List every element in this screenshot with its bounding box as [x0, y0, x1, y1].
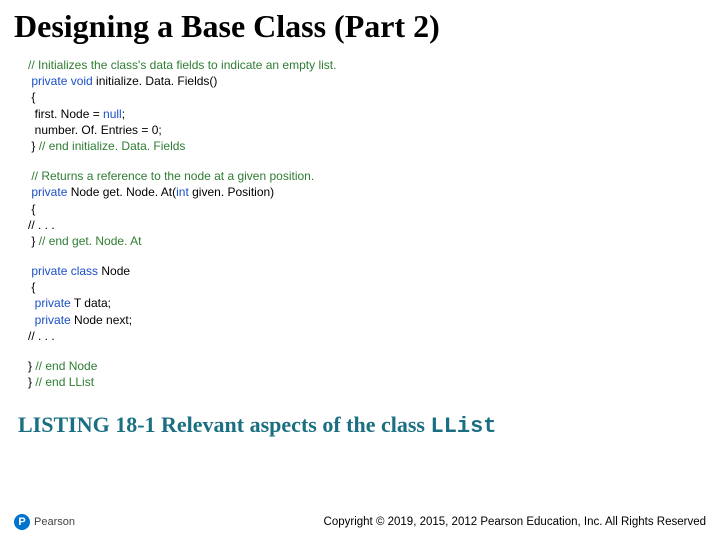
- code-block-init: // Initializes the class's data fields t…: [28, 57, 720, 154]
- page-title: Designing a Base Class (Part 2): [0, 0, 720, 45]
- kw: private: [31, 313, 70, 327]
- code-comment: // end LList: [35, 375, 94, 389]
- code-text: number. Of. Entries = 0;: [31, 123, 161, 137]
- kw: private: [31, 296, 70, 310]
- code-comment: // end get. Node. At: [39, 234, 142, 248]
- code-block-node: private class Node { private T data; pri…: [28, 263, 720, 344]
- code-text: initialize. Data. Fields(): [93, 74, 218, 88]
- code-text: //: [28, 218, 35, 232]
- copyright-text: Copyright © 2019, 2015, 2012 Pearson Edu…: [324, 516, 706, 528]
- listing-prefix: LISTING 18-1 Relevant aspects of the cla…: [18, 412, 431, 437]
- listing-classname: LList: [431, 414, 497, 439]
- code-text: first. Node =: [31, 107, 103, 121]
- code-text: {: [31, 202, 35, 216]
- code-text: Node next;: [71, 313, 132, 327]
- code-text: given. Position): [189, 185, 274, 199]
- brand-name: Pearson: [34, 516, 75, 528]
- brand-logo: P Pearson: [14, 514, 75, 530]
- code-block-getnode: // Returns a reference to the node at a …: [28, 168, 720, 249]
- code-text: ;: [122, 107, 125, 121]
- code-comment: // end initialize. Data. Fields: [39, 139, 186, 153]
- code-text: {: [31, 280, 35, 294]
- code-block-end: } // end Node } // end LList: [28, 358, 720, 390]
- code-comment: // end Node: [35, 359, 97, 373]
- code-text: . . .: [35, 218, 55, 232]
- kw: null: [103, 107, 122, 121]
- code-text: //: [28, 329, 35, 343]
- listing-caption: LISTING 18-1 Relevant aspects of the cla…: [0, 404, 720, 439]
- code-text: {: [31, 90, 35, 104]
- code-text: Node get. Node. At(: [67, 185, 176, 199]
- code-comment: // Returns a reference to the node at a …: [31, 169, 314, 183]
- code-text: T data;: [71, 296, 111, 310]
- code-area: // Initializes the class's data fields t…: [0, 45, 720, 390]
- code-text: Node: [98, 264, 130, 278]
- code-text: . . .: [35, 329, 55, 343]
- kw: private class: [31, 264, 98, 278]
- kw: int: [176, 185, 189, 199]
- kw: private void: [31, 74, 92, 88]
- code-comment: // Initializes the class's data fields t…: [28, 58, 336, 72]
- code-text: }: [31, 234, 38, 248]
- code-text: }: [31, 139, 38, 153]
- brand-mark-icon: P: [14, 514, 30, 530]
- footer: P Pearson Copyright © 2019, 2015, 2012 P…: [14, 514, 706, 530]
- kw: private: [31, 185, 67, 199]
